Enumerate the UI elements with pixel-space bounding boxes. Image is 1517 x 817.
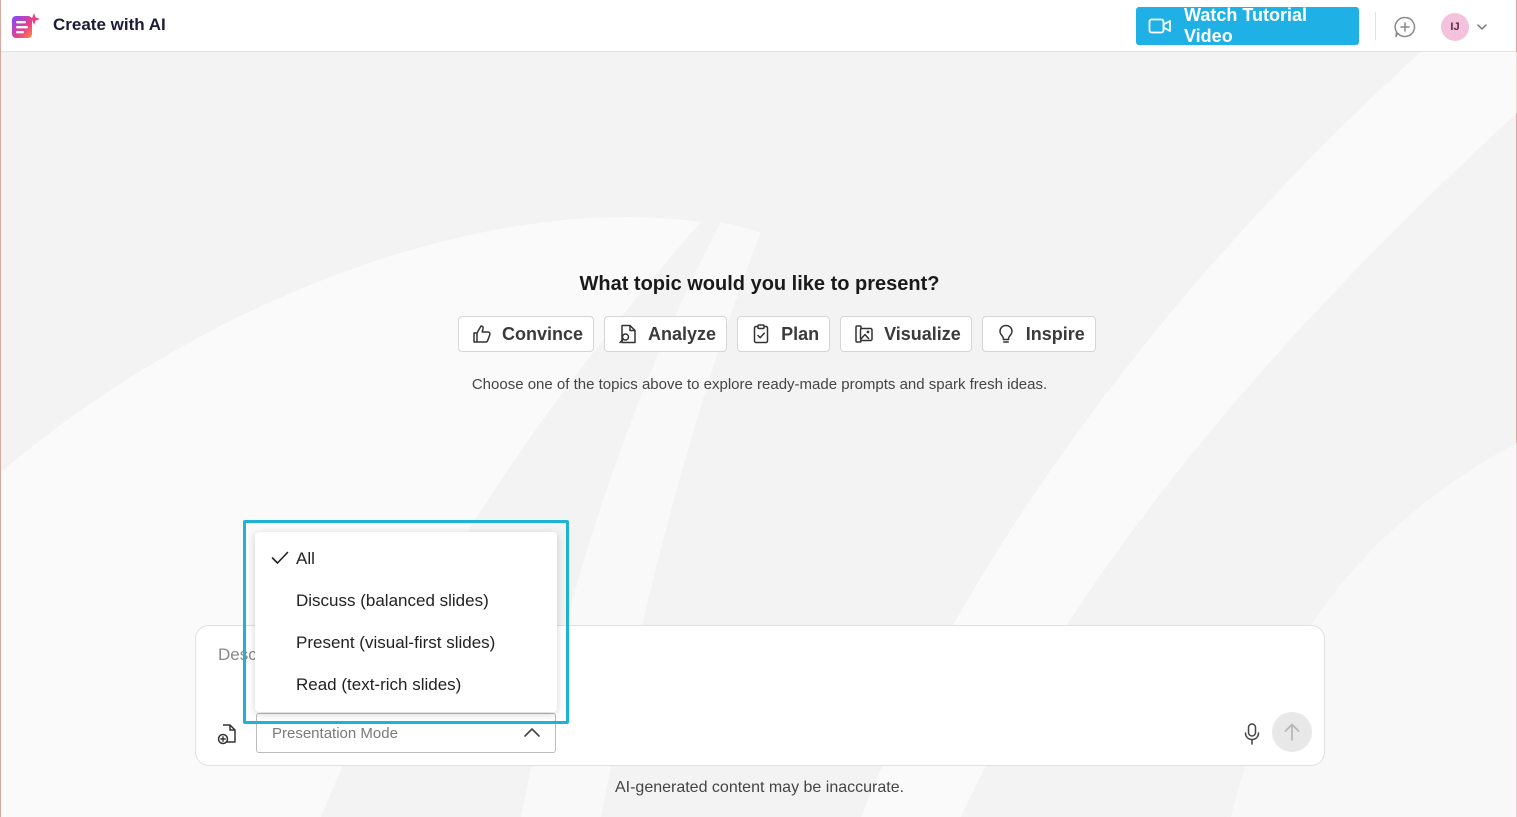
presentation-mode-dropdown: All Discuss (balanced slides) Present (v…: [255, 532, 557, 712]
microphone-icon[interactable]: [1242, 722, 1262, 746]
topic-analyze-label: Analyze: [648, 323, 717, 344]
header-divider: [1375, 12, 1376, 40]
watch-tutorial-video-label: Watch Tutorial Video: [1184, 5, 1307, 46]
document-search-icon: [619, 324, 636, 344]
lightbulb-icon: [999, 324, 1013, 343]
topic-visualize-button[interactable]: Visualize: [840, 316, 972, 352]
user-avatar[interactable]: IJ: [1441, 13, 1469, 41]
dropdown-option-label: All: [296, 549, 315, 568]
watch-tutorial-video-button[interactable]: Watch Tutorial Video: [1136, 5, 1359, 46]
ai-disclaimer: AI-generated content may be inaccurate.: [614, 779, 905, 796]
dropdown-option-discuss[interactable]: Discuss (balanced slides): [255, 580, 557, 622]
dropdown-option-label: Discuss (balanced slides): [296, 591, 489, 610]
dropdown-option-label: Present (visual-first slides): [296, 633, 496, 652]
thumbs-up-icon: [473, 325, 491, 343]
dropdown-option-label: Read (text-rich slides): [296, 675, 462, 694]
topic-visualize-label: Visualize: [884, 323, 961, 344]
dropdown-option-all[interactable]: All: [255, 538, 557, 580]
topic-buttons: Convince Analyze Plan Visualize Inspire: [458, 316, 1096, 352]
new-chat-icon[interactable]: [1393, 15, 1417, 39]
chevron-down-icon[interactable]: [1476, 22, 1488, 32]
dropdown-option-read[interactable]: Read (text-rich slides): [255, 664, 557, 706]
checkmark-icon: [271, 551, 289, 564]
attach-file-icon[interactable]: [216, 722, 240, 746]
chevron-up-icon: [524, 728, 540, 737]
topic-convince-button[interactable]: Convince: [458, 316, 595, 352]
app-title: Create with AI: [53, 15, 166, 34]
topic-inspire-button[interactable]: Inspire: [981, 316, 1096, 352]
topic-inspire-label: Inspire: [1025, 323, 1085, 344]
topic-plan-button[interactable]: Plan: [737, 316, 831, 352]
send-button[interactable]: [1272, 712, 1312, 752]
top-bar: Create with AI Watch Tutorial Video IJ: [1, 0, 1516, 52]
arrow-up-icon: [1284, 723, 1300, 741]
topic-analyze-button[interactable]: Analyze: [604, 316, 728, 352]
topic-plan-label: Plan: [781, 323, 820, 344]
topics-hint: Choose one of the topics above to explor…: [471, 376, 1048, 393]
topic-convince-label: Convince: [502, 323, 584, 344]
video-camera-icon: [1148, 18, 1171, 34]
clipboard-check-icon: [753, 324, 769, 344]
page-heading: What topic would you like to present?: [579, 273, 940, 295]
dropdown-option-present[interactable]: Present (visual-first slides): [255, 622, 557, 664]
images-icon: [855, 325, 873, 343]
presentation-mode-placeholder: Presentation Mode: [272, 724, 398, 742]
create-with-ai-logo-icon: [12, 13, 40, 38]
